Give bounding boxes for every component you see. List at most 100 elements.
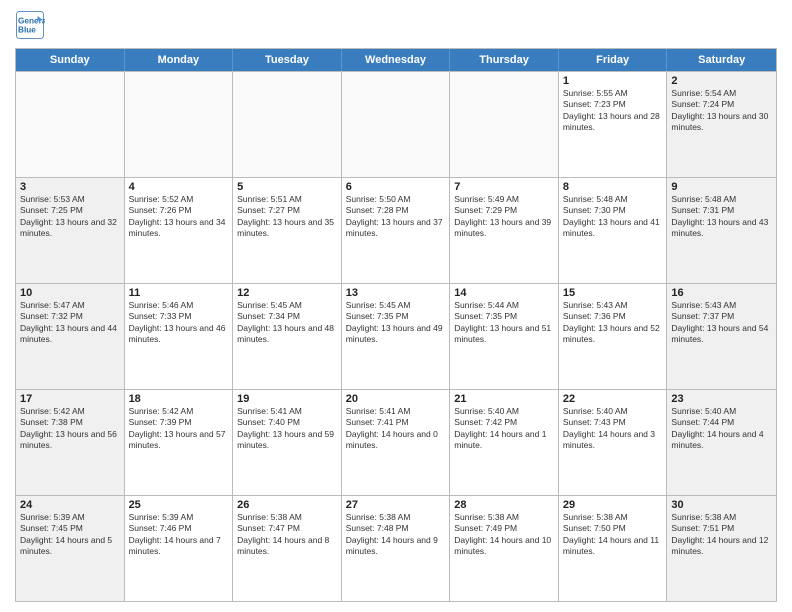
calendar-body: 1Sunrise: 5:55 AMSunset: 7:23 PMDaylight… (16, 71, 776, 601)
logo: General Blue (15, 10, 49, 40)
calendar-cell-row2-col3: 5Sunrise: 5:51 AMSunset: 7:27 PMDaylight… (233, 178, 342, 283)
cell-info: Sunrise: 5:39 AMSunset: 7:46 PMDaylight:… (129, 512, 229, 558)
calendar-cell-row1-col1 (16, 72, 125, 177)
svg-text:Blue: Blue (18, 26, 36, 35)
cell-info: Sunrise: 5:43 AMSunset: 7:36 PMDaylight:… (563, 300, 663, 346)
calendar-row-5: 24Sunrise: 5:39 AMSunset: 7:45 PMDayligh… (16, 495, 776, 601)
day-number: 25 (129, 499, 229, 511)
calendar-cell-row3-col4: 13Sunrise: 5:45 AMSunset: 7:35 PMDayligh… (342, 284, 451, 389)
cell-info: Sunrise: 5:40 AMSunset: 7:42 PMDaylight:… (454, 406, 554, 452)
day-number: 24 (20, 499, 120, 511)
cell-info: Sunrise: 5:52 AMSunset: 7:26 PMDaylight:… (129, 194, 229, 240)
calendar-cell-row3-col2: 11Sunrise: 5:46 AMSunset: 7:33 PMDayligh… (125, 284, 234, 389)
calendar-cell-row3-col7: 16Sunrise: 5:43 AMSunset: 7:37 PMDayligh… (667, 284, 776, 389)
calendar-cell-row4-col1: 17Sunrise: 5:42 AMSunset: 7:38 PMDayligh… (16, 390, 125, 495)
calendar-cell-row2-col2: 4Sunrise: 5:52 AMSunset: 7:26 PMDaylight… (125, 178, 234, 283)
calendar-cell-row5-col6: 29Sunrise: 5:38 AMSunset: 7:50 PMDayligh… (559, 496, 668, 601)
day-number: 17 (20, 393, 120, 405)
calendar-row-4: 17Sunrise: 5:42 AMSunset: 7:38 PMDayligh… (16, 389, 776, 495)
day-number: 3 (20, 181, 120, 193)
calendar-cell-row5-col1: 24Sunrise: 5:39 AMSunset: 7:45 PMDayligh… (16, 496, 125, 601)
header-day-thursday: Thursday (450, 49, 559, 71)
calendar-cell-row4-col2: 18Sunrise: 5:42 AMSunset: 7:39 PMDayligh… (125, 390, 234, 495)
calendar-cell-row2-col1: 3Sunrise: 5:53 AMSunset: 7:25 PMDaylight… (16, 178, 125, 283)
header-day-tuesday: Tuesday (233, 49, 342, 71)
day-number: 20 (346, 393, 446, 405)
cell-info: Sunrise: 5:50 AMSunset: 7:28 PMDaylight:… (346, 194, 446, 240)
cell-info: Sunrise: 5:41 AMSunset: 7:41 PMDaylight:… (346, 406, 446, 452)
cell-info: Sunrise: 5:48 AMSunset: 7:30 PMDaylight:… (563, 194, 663, 240)
calendar-cell-row1-col3 (233, 72, 342, 177)
calendar-cell-row1-col7: 2Sunrise: 5:54 AMSunset: 7:24 PMDaylight… (667, 72, 776, 177)
cell-info: Sunrise: 5:38 AMSunset: 7:51 PMDaylight:… (671, 512, 772, 558)
day-number: 11 (129, 287, 229, 299)
cell-info: Sunrise: 5:49 AMSunset: 7:29 PMDaylight:… (454, 194, 554, 240)
day-number: 21 (454, 393, 554, 405)
cell-info: Sunrise: 5:51 AMSunset: 7:27 PMDaylight:… (237, 194, 337, 240)
page: General Blue SundayMondayTuesdayWednesda… (0, 0, 792, 612)
calendar-cell-row3-col1: 10Sunrise: 5:47 AMSunset: 7:32 PMDayligh… (16, 284, 125, 389)
cell-info: Sunrise: 5:42 AMSunset: 7:39 PMDaylight:… (129, 406, 229, 452)
calendar-cell-row4-col4: 20Sunrise: 5:41 AMSunset: 7:41 PMDayligh… (342, 390, 451, 495)
calendar-cell-row4-col7: 23Sunrise: 5:40 AMSunset: 7:44 PMDayligh… (667, 390, 776, 495)
calendar-cell-row2-col4: 6Sunrise: 5:50 AMSunset: 7:28 PMDaylight… (342, 178, 451, 283)
cell-info: Sunrise: 5:45 AMSunset: 7:34 PMDaylight:… (237, 300, 337, 346)
calendar-cell-row5-col7: 30Sunrise: 5:38 AMSunset: 7:51 PMDayligh… (667, 496, 776, 601)
day-number: 16 (671, 287, 772, 299)
svg-text:General: General (18, 17, 45, 26)
day-number: 6 (346, 181, 446, 193)
day-number: 1 (563, 75, 663, 87)
calendar-cell-row3-col5: 14Sunrise: 5:44 AMSunset: 7:35 PMDayligh… (450, 284, 559, 389)
cell-info: Sunrise: 5:44 AMSunset: 7:35 PMDaylight:… (454, 300, 554, 346)
day-number: 15 (563, 287, 663, 299)
cell-info: Sunrise: 5:45 AMSunset: 7:35 PMDaylight:… (346, 300, 446, 346)
cell-info: Sunrise: 5:38 AMSunset: 7:47 PMDaylight:… (237, 512, 337, 558)
calendar-cell-row3-col6: 15Sunrise: 5:43 AMSunset: 7:36 PMDayligh… (559, 284, 668, 389)
calendar-cell-row5-col4: 27Sunrise: 5:38 AMSunset: 7:48 PMDayligh… (342, 496, 451, 601)
cell-info: Sunrise: 5:47 AMSunset: 7:32 PMDaylight:… (20, 300, 120, 346)
calendar-cell-row3-col3: 12Sunrise: 5:45 AMSunset: 7:34 PMDayligh… (233, 284, 342, 389)
header-day-monday: Monday (125, 49, 234, 71)
day-number: 30 (671, 499, 772, 511)
day-number: 23 (671, 393, 772, 405)
header-day-sunday: Sunday (16, 49, 125, 71)
cell-info: Sunrise: 5:42 AMSunset: 7:38 PMDaylight:… (20, 406, 120, 452)
calendar-cell-row2-col7: 9Sunrise: 5:48 AMSunset: 7:31 PMDaylight… (667, 178, 776, 283)
cell-info: Sunrise: 5:55 AMSunset: 7:23 PMDaylight:… (563, 88, 663, 134)
cell-info: Sunrise: 5:48 AMSunset: 7:31 PMDaylight:… (671, 194, 772, 240)
day-number: 29 (563, 499, 663, 511)
day-number: 8 (563, 181, 663, 193)
day-number: 4 (129, 181, 229, 193)
calendar-cell-row4-col3: 19Sunrise: 5:41 AMSunset: 7:40 PMDayligh… (233, 390, 342, 495)
calendar-cell-row1-col6: 1Sunrise: 5:55 AMSunset: 7:23 PMDaylight… (559, 72, 668, 177)
calendar-cell-row1-col5 (450, 72, 559, 177)
calendar-cell-row2-col6: 8Sunrise: 5:48 AMSunset: 7:30 PMDaylight… (559, 178, 668, 283)
cell-info: Sunrise: 5:38 AMSunset: 7:49 PMDaylight:… (454, 512, 554, 558)
calendar-cell-row1-col4 (342, 72, 451, 177)
day-number: 19 (237, 393, 337, 405)
calendar: SundayMondayTuesdayWednesdayThursdayFrid… (15, 48, 777, 602)
header: General Blue (15, 10, 777, 40)
cell-info: Sunrise: 5:54 AMSunset: 7:24 PMDaylight:… (671, 88, 772, 134)
calendar-cell-row2-col5: 7Sunrise: 5:49 AMSunset: 7:29 PMDaylight… (450, 178, 559, 283)
day-number: 5 (237, 181, 337, 193)
day-number: 14 (454, 287, 554, 299)
cell-info: Sunrise: 5:43 AMSunset: 7:37 PMDaylight:… (671, 300, 772, 346)
calendar-header: SundayMondayTuesdayWednesdayThursdayFrid… (16, 49, 776, 71)
day-number: 27 (346, 499, 446, 511)
day-number: 9 (671, 181, 772, 193)
cell-info: Sunrise: 5:46 AMSunset: 7:33 PMDaylight:… (129, 300, 229, 346)
cell-info: Sunrise: 5:38 AMSunset: 7:48 PMDaylight:… (346, 512, 446, 558)
day-number: 10 (20, 287, 120, 299)
calendar-row-1: 1Sunrise: 5:55 AMSunset: 7:23 PMDaylight… (16, 71, 776, 177)
header-day-friday: Friday (559, 49, 668, 71)
calendar-row-2: 3Sunrise: 5:53 AMSunset: 7:25 PMDaylight… (16, 177, 776, 283)
cell-info: Sunrise: 5:40 AMSunset: 7:44 PMDaylight:… (671, 406, 772, 452)
day-number: 26 (237, 499, 337, 511)
day-number: 22 (563, 393, 663, 405)
calendar-row-3: 10Sunrise: 5:47 AMSunset: 7:32 PMDayligh… (16, 283, 776, 389)
cell-info: Sunrise: 5:53 AMSunset: 7:25 PMDaylight:… (20, 194, 120, 240)
logo-icon: General Blue (15, 10, 45, 40)
calendar-cell-row5-col3: 26Sunrise: 5:38 AMSunset: 7:47 PMDayligh… (233, 496, 342, 601)
cell-info: Sunrise: 5:38 AMSunset: 7:50 PMDaylight:… (563, 512, 663, 558)
